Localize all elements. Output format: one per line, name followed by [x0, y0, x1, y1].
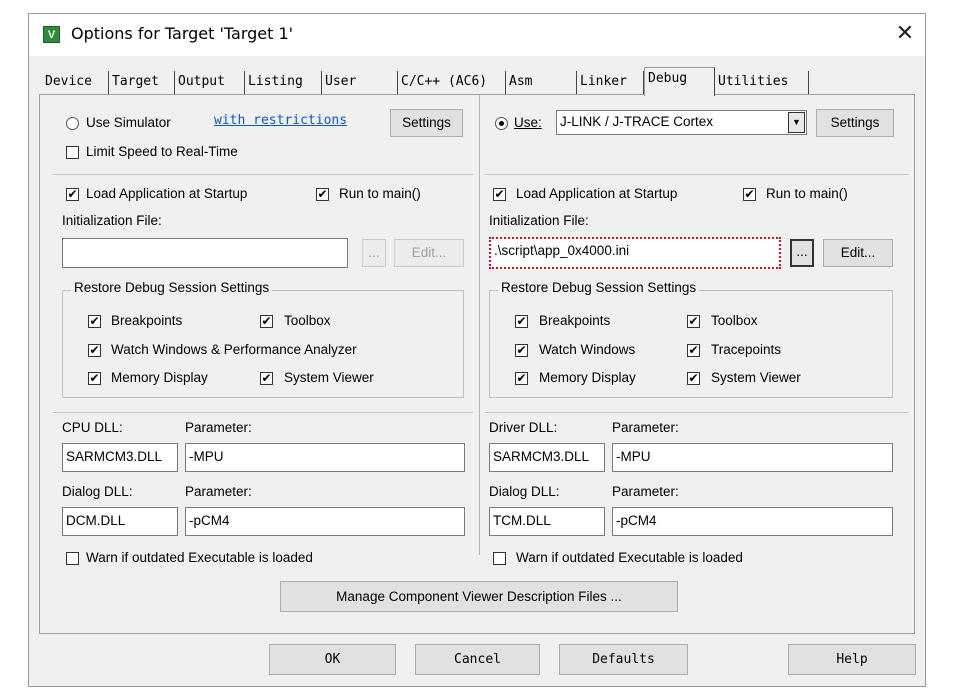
right-memory-display-checkbox[interactable]: ✔ — [515, 372, 528, 385]
right-dialog-param-field[interactable]: -pCM4 — [612, 507, 893, 536]
limit-speed-checkbox[interactable] — [66, 146, 79, 159]
left-dialog-param-field[interactable]: -pCM4 — [185, 507, 465, 536]
driver-select[interactable]: J-LINK / J-TRACE Cortex ▼ — [556, 110, 807, 135]
cpu-param-label: Parameter: — [185, 420, 252, 435]
cpu-param-field[interactable]: -MPU — [185, 443, 465, 472]
right-breakpoints-label: Breakpoints — [539, 313, 611, 328]
simulator-settings-button[interactable]: Settings — [390, 109, 463, 137]
right-run-to-main-checkbox[interactable]: ✔ — [743, 188, 756, 201]
driver-dll-label: Driver DLL: — [489, 420, 558, 435]
separator — [485, 412, 909, 413]
driver-select-value: J-LINK / J-TRACE Cortex — [560, 114, 714, 129]
left-dialog-dll-label: Dialog DLL: — [62, 484, 133, 499]
right-dialog-param-label: Parameter: — [612, 484, 679, 499]
right-restore-title: Restore Debug Session Settings — [498, 280, 700, 295]
left-run-to-main-label: Run to main() — [339, 186, 421, 201]
right-run-to-main-label: Run to main() — [766, 186, 848, 201]
driver-param-field[interactable]: -MPU — [612, 443, 893, 472]
tab-device[interactable]: Device — [42, 71, 109, 94]
right-tracepoints-label: Tracepoints — [711, 342, 782, 357]
chevron-down-icon[interactable]: ▼ — [788, 112, 805, 133]
right-warn-outdated-label: Warn if outdated Executable is loaded — [516, 550, 743, 565]
cancel-button[interactable]: Cancel — [415, 644, 540, 675]
left-dialog-dll-field[interactable]: DCM.DLL — [62, 507, 178, 536]
left-warn-outdated-label: Warn if outdated Executable is loaded — [86, 550, 313, 565]
right-watch-windows-label: Watch Windows — [539, 342, 636, 357]
tab-asm[interactable]: Asm — [506, 71, 577, 94]
left-warn-outdated-checkbox[interactable] — [66, 552, 79, 565]
left-breakpoints-checkbox[interactable]: ✔ — [88, 315, 101, 328]
use-driver-label: Use: — [514, 115, 542, 130]
left-browse-button[interactable]: ... — [362, 239, 386, 267]
with-restrictions-link[interactable]: with restrictions — [214, 113, 347, 128]
keil-app-icon: V — [43, 26, 60, 43]
separator — [485, 174, 909, 175]
left-load-app-label: Load Application at Startup — [86, 186, 248, 201]
close-icon[interactable]: ✕ — [891, 20, 919, 48]
limit-speed-label: Limit Speed to Real-Time — [86, 144, 238, 159]
separator — [53, 412, 473, 413]
use-simulator-radio[interactable] — [66, 117, 79, 130]
left-restore-title: Restore Debug Session Settings — [71, 280, 273, 295]
right-system-viewer-checkbox[interactable]: ✔ — [687, 372, 700, 385]
left-edit-button[interactable]: Edit... — [394, 239, 464, 267]
use-simulator-label: Use Simulator — [86, 115, 171, 130]
left-memory-display-label: Memory Display — [111, 370, 208, 385]
left-memory-display-checkbox[interactable]: ✔ — [88, 372, 101, 385]
left-toolbox-label: Toolbox — [284, 313, 331, 328]
left-dialog-param-label: Parameter: — [185, 484, 252, 499]
title-bar: V Options for Target 'Target 1' ✕ — [29, 14, 925, 56]
use-driver-radio[interactable] — [495, 117, 508, 130]
tab-output[interactable]: Output — [175, 71, 245, 94]
help-button[interactable]: Help — [788, 644, 916, 675]
tab-cc-ac6[interactable]: C/C++ (AC6) — [398, 71, 506, 94]
right-edit-button[interactable]: Edit... — [823, 239, 893, 267]
left-system-viewer-checkbox[interactable]: ✔ — [260, 372, 273, 385]
manage-component-viewer-button[interactable]: Manage Component Viewer Description File… — [280, 581, 678, 612]
tab-user[interactable]: User — [322, 71, 398, 94]
separator — [53, 174, 473, 175]
right-load-app-label: Load Application at Startup — [516, 186, 678, 201]
right-tracepoints-checkbox[interactable]: ✔ — [687, 344, 700, 357]
right-dialog-dll-label: Dialog DLL: — [489, 484, 560, 499]
window-title: Options for Target 'Target 1' — [71, 24, 294, 43]
column-divider — [479, 95, 480, 555]
left-system-viewer-label: System Viewer — [284, 370, 374, 385]
left-load-app-checkbox[interactable]: ✔ — [66, 188, 79, 201]
ok-button[interactable]: OK — [269, 644, 396, 675]
left-init-file-label: Initialization File: — [62, 213, 162, 228]
tab-utilities[interactable]: Utilities — [715, 71, 809, 94]
right-memory-display-label: Memory Display — [539, 370, 636, 385]
left-watch-windows-checkbox[interactable]: ✔ — [88, 344, 101, 357]
driver-param-label: Parameter: — [612, 420, 679, 435]
cpu-dll-label: CPU DLL: — [62, 420, 123, 435]
driver-dll-field[interactable]: SARMCM3.DLL — [489, 443, 605, 472]
tab-target[interactable]: Target — [109, 71, 175, 94]
right-init-file-input[interactable]: .\script\app_0x4000.ini — [489, 237, 781, 269]
left-init-file-input[interactable] — [62, 238, 348, 268]
right-load-app-checkbox[interactable]: ✔ — [493, 188, 506, 201]
right-breakpoints-checkbox[interactable]: ✔ — [515, 315, 528, 328]
options-dialog: V Options for Target 'Target 1' ✕ Device… — [28, 13, 926, 687]
right-system-viewer-label: System Viewer — [711, 370, 801, 385]
driver-settings-button[interactable]: Settings — [816, 109, 894, 137]
left-watch-windows-label: Watch Windows & Performance Analyzer — [111, 342, 357, 357]
right-warn-outdated-checkbox[interactable] — [493, 552, 506, 565]
tab-linker[interactable]: Linker — [577, 71, 644, 94]
right-init-file-label: Initialization File: — [489, 213, 589, 228]
cpu-dll-field[interactable]: SARMCM3.DLL — [62, 443, 178, 472]
right-browse-button[interactable]: ... — [790, 239, 814, 267]
tab-debug[interactable]: Debug — [644, 67, 715, 96]
left-toolbox-checkbox[interactable]: ✔ — [260, 315, 273, 328]
right-toolbox-checkbox[interactable]: ✔ — [687, 315, 700, 328]
right-toolbox-label: Toolbox — [711, 313, 758, 328]
left-breakpoints-label: Breakpoints — [111, 313, 183, 328]
right-watch-windows-checkbox[interactable]: ✔ — [515, 344, 528, 357]
tab-listing[interactable]: Listing — [245, 71, 322, 94]
right-dialog-dll-field[interactable]: TCM.DLL — [489, 507, 605, 536]
left-run-to-main-checkbox[interactable]: ✔ — [316, 188, 329, 201]
defaults-button[interactable]: Defaults — [559, 644, 688, 675]
